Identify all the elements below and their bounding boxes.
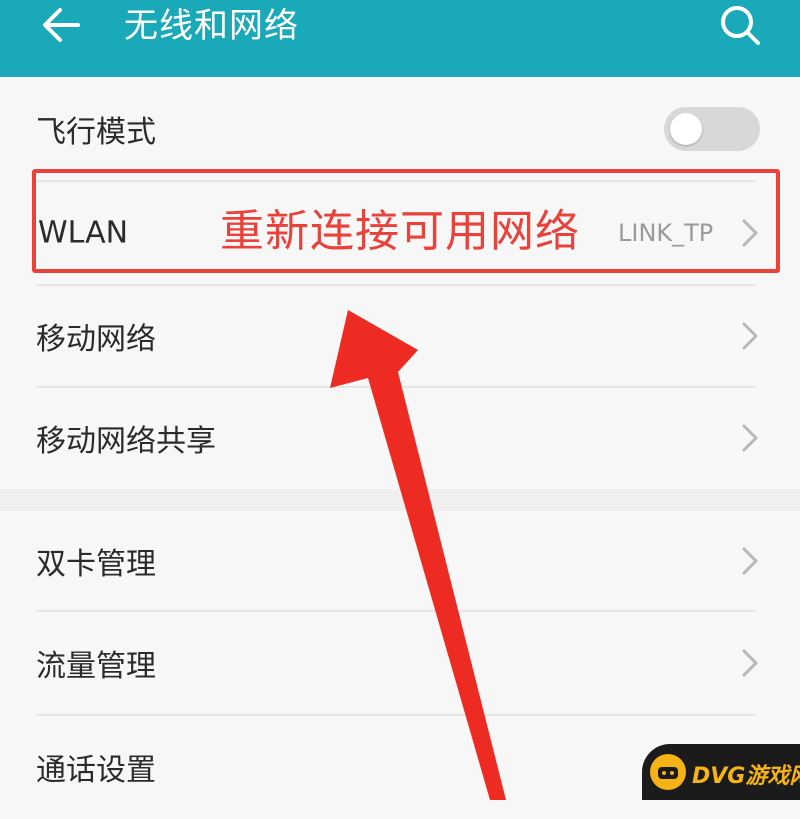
app-header: 无线和网络	[0, 0, 800, 77]
call-settings-label: 通话设置	[36, 753, 156, 788]
chevron-right-icon	[742, 322, 758, 350]
chevron-right-icon	[742, 547, 758, 575]
tethering-row[interactable]: 移动网络共享	[0, 387, 800, 489]
wlan-label: WLAN	[38, 215, 129, 251]
chevron-right-icon	[742, 649, 758, 677]
chevron-right-icon	[742, 424, 758, 452]
dual-sim-label: 双卡管理	[36, 547, 156, 582]
airplane-mode-label: 飞行模式	[36, 115, 156, 150]
settings-list: 飞行模式 WLAN LINK_TP 移动网络 移动网络共享 双卡管理 流量管理 …	[0, 77, 800, 800]
mobile-network-row[interactable]: 移动网络	[0, 285, 800, 387]
wlan-row[interactable]: WLAN LINK_TP	[0, 181, 800, 285]
airplane-mode-toggle[interactable]	[664, 107, 760, 151]
arrow-left-icon[interactable]	[38, 2, 88, 48]
wlan-network-name: LINK_TP	[618, 219, 714, 247]
tethering-label: 移动网络共享	[36, 424, 216, 459]
mobile-network-label: 移动网络	[36, 322, 156, 357]
watermark: DVG游戏网	[642, 744, 800, 800]
chevron-right-icon	[742, 219, 758, 247]
gamepad-logo-icon	[650, 754, 686, 790]
airplane-mode-row[interactable]: 飞行模式	[0, 77, 800, 181]
page-title: 无线和网络	[124, 6, 299, 46]
section-separator	[0, 489, 800, 511]
dual-sim-row[interactable]: 双卡管理	[0, 511, 800, 611]
toggle-knob	[670, 113, 702, 145]
watermark-text: DVG游戏网	[692, 764, 800, 789]
data-usage-label: 流量管理	[36, 649, 156, 684]
data-usage-row[interactable]: 流量管理	[0, 611, 800, 715]
search-icon[interactable]	[716, 2, 764, 50]
